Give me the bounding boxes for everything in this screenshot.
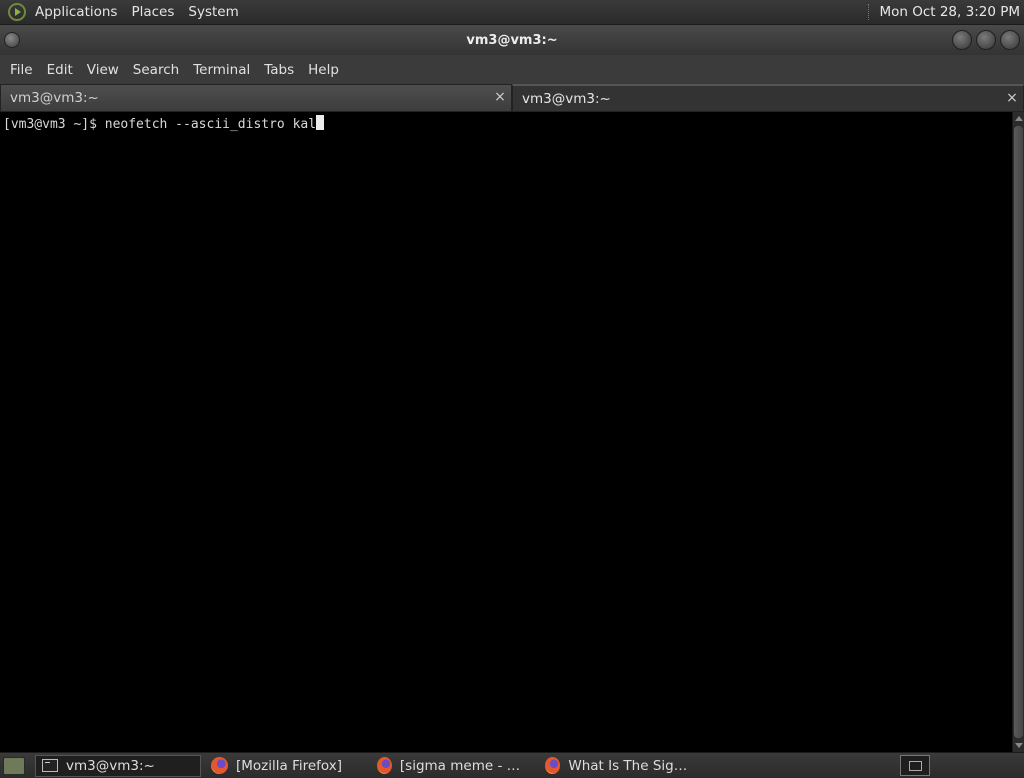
workspace-icon [908, 760, 922, 771]
tab-label: vm3@vm3:~ [10, 90, 99, 106]
menu-edit[interactable]: Edit [40, 62, 80, 78]
firefox-icon [211, 757, 228, 774]
window-title: vm3@vm3:~ [466, 32, 558, 48]
panel-handle [868, 4, 871, 20]
scroll-down-arrow-icon[interactable] [1015, 743, 1023, 748]
workspace-switcher[interactable] [900, 755, 930, 776]
top-panel: Applications Places System Mon Oct 28, 3… [0, 0, 1024, 25]
task-label: vm3@vm3:~ [66, 757, 155, 774]
taskbar-item-what-is-sigma[interactable]: What Is The Sigma … [539, 755, 705, 777]
maximize-button[interactable] [976, 30, 996, 50]
taskbar-item-firefox[interactable]: [Mozilla Firefox] [205, 755, 367, 777]
scroll-up-arrow-icon[interactable] [1015, 116, 1023, 121]
top-menu: Applications Places System [0, 0, 246, 24]
tab-2[interactable]: vm3@vm3:~ × [512, 84, 1024, 112]
task-label: [Mozilla Firefox] [236, 757, 343, 774]
menu-file[interactable]: File [3, 62, 40, 78]
menubar: File Edit View Search Terminal Tabs Help [0, 55, 1024, 84]
tab-bar: vm3@vm3:~ × vm3@vm3:~ × [0, 84, 1024, 112]
terminal-area[interactable]: [vm3@vm3 ~]$ neofetch --ascii_distro kal [0, 112, 1012, 752]
applications-logo-icon[interactable] [8, 3, 26, 21]
close-tab-icon[interactable]: × [1005, 91, 1019, 105]
firefox-icon [377, 757, 392, 774]
firefox-icon [545, 757, 561, 774]
menu-search[interactable]: Search [126, 62, 186, 78]
task-label: What Is The Sigma … [568, 757, 699, 774]
terminal-line: [vm3@vm3 ~]$ neofetch --ascii_distro kal [3, 115, 1012, 133]
menu-applications[interactable]: Applications [28, 0, 124, 24]
window-menu-icon[interactable] [4, 32, 20, 48]
menu-system[interactable]: System [181, 0, 245, 24]
menu-view[interactable]: View [80, 62, 126, 78]
window-titlebar[interactable]: vm3@vm3:~ [0, 25, 1024, 55]
text-cursor [316, 115, 325, 130]
menu-terminal[interactable]: Terminal [186, 62, 257, 78]
menu-places[interactable]: Places [124, 0, 181, 24]
close-tab-icon[interactable]: × [493, 90, 507, 104]
vertical-scrollbar[interactable] [1012, 112, 1024, 752]
tab-1[interactable]: vm3@vm3:~ × [0, 84, 512, 112]
taskbar-item-sigma-meme[interactable]: [sigma meme - Goo… [371, 755, 535, 777]
clock[interactable]: Mon Oct 28, 3:20 PM [879, 4, 1024, 20]
close-window-button[interactable] [1000, 30, 1020, 50]
task-label: [sigma meme - Goo… [399, 757, 529, 774]
scroll-thumb[interactable] [1014, 126, 1023, 738]
menu-help[interactable]: Help [301, 62, 346, 78]
menu-tabs[interactable]: Tabs [257, 62, 301, 78]
tab-label: vm3@vm3:~ [522, 90, 611, 107]
window-controls [952, 30, 1020, 50]
prompt-command: [vm3@vm3 ~]$ neofetch --ascii_distro kal [3, 117, 317, 132]
minimize-button[interactable] [952, 30, 972, 50]
show-desktop-icon[interactable] [3, 756, 25, 775]
taskbar-item-terminal[interactable]: vm3@vm3:~ [35, 754, 201, 777]
top-right-area: Mon Oct 28, 3:20 PM [868, 0, 1024, 24]
terminal-icon [42, 759, 58, 772]
bottom-panel: vm3@vm3:~ [Mozilla Firefox] [sigma meme … [0, 752, 1024, 778]
